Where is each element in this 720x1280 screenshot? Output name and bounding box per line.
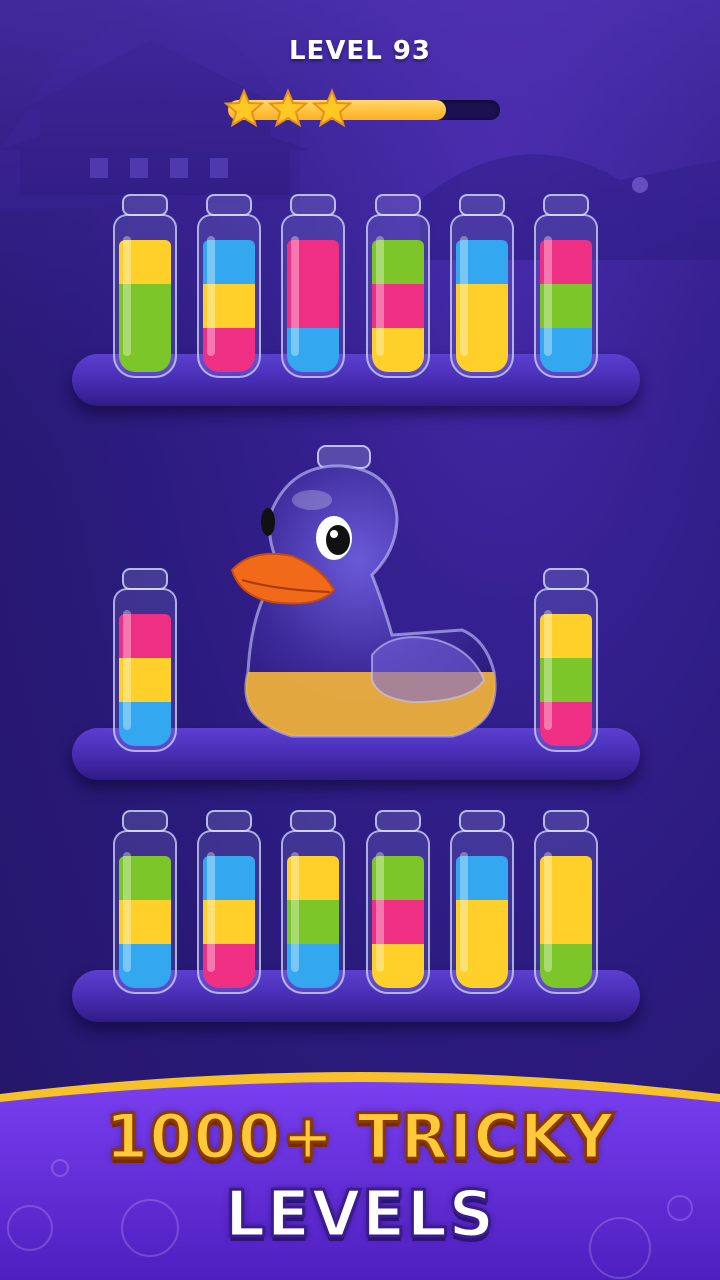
glass-shine	[207, 852, 215, 972]
glass-shine	[123, 236, 131, 356]
tube-body	[281, 214, 345, 378]
tube-neck	[459, 194, 505, 216]
glass-shine	[291, 852, 299, 972]
tube-body	[113, 588, 177, 752]
glass-shine	[460, 236, 468, 356]
tube-neck	[206, 810, 252, 832]
glass-shine	[376, 236, 384, 356]
tube-body	[366, 214, 430, 378]
tube-body	[534, 214, 598, 378]
tube-neck	[206, 194, 252, 216]
tube-bottle[interactable]	[281, 194, 345, 378]
tube-body	[281, 830, 345, 994]
tube-neck	[122, 568, 168, 590]
glass-shine	[123, 610, 131, 730]
tube-neck	[375, 194, 421, 216]
tube-body	[534, 830, 598, 994]
glass-shine	[544, 610, 552, 730]
tube-bottle[interactable]	[281, 810, 345, 994]
tube-bottle[interactable]	[534, 194, 598, 378]
tube-neck	[290, 810, 336, 832]
glass-shine	[544, 852, 552, 972]
tube-body	[197, 214, 261, 378]
tube-body	[534, 588, 598, 752]
star-icon	[312, 88, 352, 128]
tube-bottle[interactable]	[450, 194, 514, 378]
tube-bottle[interactable]	[450, 810, 514, 994]
tube-neck	[543, 194, 589, 216]
tube-neck	[122, 194, 168, 216]
glass-shine	[544, 236, 552, 356]
level-label: LEVEL 93	[288, 36, 431, 66]
banner-subheadline: LEVELS	[223, 1177, 496, 1254]
banner-headline: 1000+ TRICKY	[104, 1099, 616, 1175]
glass-shine	[376, 852, 384, 972]
glass-shine	[207, 236, 215, 356]
glass-shine	[123, 852, 131, 972]
tube-body	[366, 830, 430, 994]
tube-bottle[interactable]	[197, 194, 261, 378]
star-icon	[268, 88, 308, 128]
tube-bottle[interactable]	[534, 568, 598, 752]
tube-neck	[543, 568, 589, 590]
tube-neck	[543, 810, 589, 832]
tube-neck	[122, 810, 168, 832]
tube-neck	[375, 810, 421, 832]
glass-shine	[460, 852, 468, 972]
tube-bottle[interactable]	[113, 810, 177, 994]
tube-neck	[290, 194, 336, 216]
glass-shine	[291, 236, 299, 356]
tube-neck	[459, 810, 505, 832]
tube-bottle[interactable]	[366, 810, 430, 994]
tube-bottle[interactable]	[113, 568, 177, 752]
duck-bottle-icon[interactable]	[222, 440, 508, 756]
tube-body	[197, 830, 261, 994]
star-icon	[224, 88, 264, 128]
tube-body	[113, 214, 177, 378]
tube-bottle[interactable]	[534, 810, 598, 994]
tube-bottle[interactable]	[113, 194, 177, 378]
tube-body	[450, 214, 514, 378]
tube-body	[113, 830, 177, 994]
tube-body	[450, 830, 514, 994]
tube-bottle[interactable]	[366, 194, 430, 378]
tube-bottle[interactable]	[197, 810, 261, 994]
